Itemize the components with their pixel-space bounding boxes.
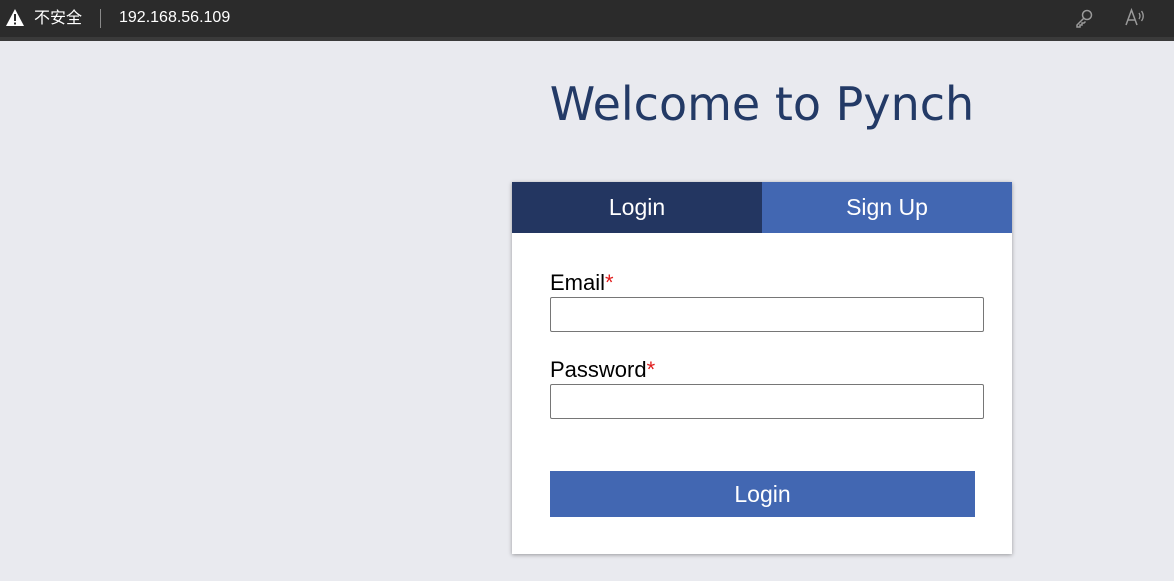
address-bar-border: [0, 37, 1174, 41]
login-button[interactable]: Login: [550, 471, 975, 517]
address-separator: [100, 9, 101, 28]
browser-address-bar: 不安全 192.168.56.109: [0, 0, 1174, 37]
url-field[interactable]: 192.168.56.109: [119, 8, 230, 28]
read-aloud-icon[interactable]: [1124, 7, 1146, 27]
password-required-marker: *: [646, 357, 656, 382]
page-title: Welcome to Pynch: [549, 77, 975, 131]
warning-icon[interactable]: [5, 8, 25, 27]
key-icon[interactable]: [1074, 8, 1094, 28]
email-field[interactable]: [550, 297, 984, 332]
email-label-text: Email: [550, 270, 606, 295]
password-field[interactable]: [550, 384, 984, 419]
security-status-label[interactable]: 不安全: [34, 8, 82, 28]
auth-tabs: Login Sign Up: [512, 182, 1012, 233]
email-label: Email*: [550, 270, 614, 296]
tab-login[interactable]: Login: [512, 182, 762, 233]
password-label: Password*: [550, 357, 655, 383]
password-label-text: Password: [550, 357, 647, 382]
tab-sign-up[interactable]: Sign Up: [762, 182, 1012, 233]
email-required-marker: *: [605, 270, 614, 295]
auth-card: Login Sign Up Email* Password* Login: [512, 182, 1012, 554]
